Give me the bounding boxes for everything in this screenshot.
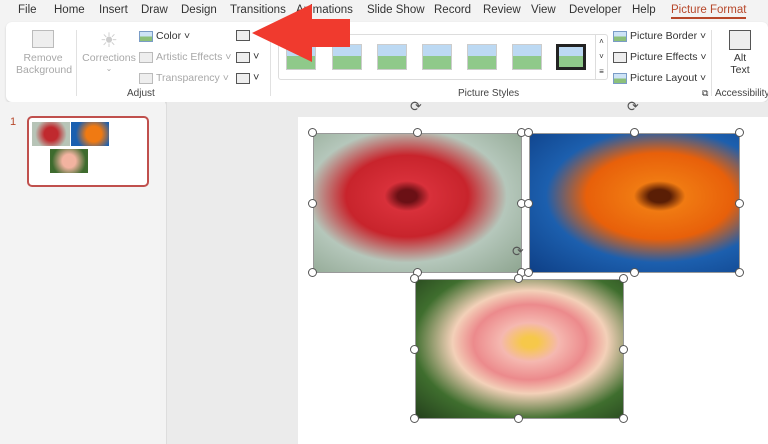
picture-style-6[interactable] bbox=[512, 44, 542, 70]
tab-draw[interactable]: Draw bbox=[141, 4, 168, 16]
picture-border-icon bbox=[613, 30, 627, 42]
tab-record[interactable]: Record bbox=[434, 4, 471, 16]
tab-home[interactable]: Home bbox=[54, 4, 85, 16]
picture-styles-group-label: Picture Styles bbox=[458, 88, 520, 99]
transparency-label: Transparency bbox=[156, 72, 220, 84]
picture-effects-button[interactable]: Picture Effects ˅ bbox=[613, 51, 707, 63]
reset-picture-icon bbox=[236, 72, 250, 84]
compress-icon bbox=[236, 29, 250, 41]
tab-view[interactable]: View bbox=[531, 4, 556, 16]
tab-design[interactable]: Design bbox=[181, 4, 217, 16]
sun-icon: ☀ bbox=[100, 30, 118, 52]
transparency-button[interactable]: Transparency ˅ bbox=[139, 72, 229, 84]
picture-orange-gerbera[interactable] bbox=[529, 133, 740, 273]
tab-picture-format[interactable]: Picture Format bbox=[671, 4, 747, 19]
picture-layout-button[interactable]: Picture Layout ˅ bbox=[613, 72, 706, 84]
ribbon-tabs: File Home Insert Draw Design Transitions… bbox=[0, 0, 768, 22]
alt-label2: Text bbox=[730, 64, 750, 76]
picture-frangipani[interactable] bbox=[415, 279, 624, 419]
accessibility-group-label: Accessibility bbox=[715, 88, 768, 99]
remove-bg-label1: Remove bbox=[23, 52, 63, 64]
picture-effects-icon bbox=[613, 51, 627, 63]
color-button[interactable]: Color ˅ bbox=[139, 30, 190, 42]
tab-developer[interactable]: Developer bbox=[569, 4, 621, 16]
picture-effects-label: Picture Effects bbox=[630, 51, 698, 63]
rotate-handle-icon[interactable]: ⟳ bbox=[410, 98, 422, 115]
alt-label1: Alt bbox=[733, 52, 747, 64]
rotate-handle-icon[interactable]: ⟳ bbox=[512, 243, 524, 260]
color-icon bbox=[139, 30, 153, 42]
remove-background-button[interactable]: Remove Background bbox=[16, 30, 73, 76]
ribbon: Remove Background ☀ Corrections ⌄ Color … bbox=[6, 22, 768, 102]
picture-style-5[interactable] bbox=[467, 44, 497, 70]
tab-file[interactable]: File bbox=[18, 4, 37, 16]
artistic-effects-label: Artistic Effects bbox=[156, 51, 223, 63]
artistic-effects-icon bbox=[139, 51, 153, 63]
picture-layout-label: Picture Layout bbox=[630, 72, 698, 84]
rotate-handle-icon[interactable]: ⟳ bbox=[627, 98, 639, 115]
corrections-button[interactable]: ☀ Corrections ⌄ bbox=[82, 30, 136, 73]
picture-layout-icon bbox=[613, 72, 627, 84]
picture-style-7[interactable] bbox=[556, 44, 586, 70]
slide-number: 1 bbox=[10, 116, 17, 128]
artistic-effects-button[interactable]: Artistic Effects ˅ bbox=[139, 51, 231, 63]
alt-text-button[interactable]: Alt Text bbox=[720, 30, 760, 76]
alt-text-icon bbox=[729, 30, 751, 50]
picture-style-4[interactable] bbox=[422, 44, 452, 70]
corrections-label: Corrections bbox=[82, 52, 136, 64]
adjust-group-label: Adjust bbox=[127, 88, 155, 99]
tab-review[interactable]: Review bbox=[483, 4, 521, 16]
tab-insert[interactable]: Insert bbox=[99, 4, 128, 16]
remove-background-icon bbox=[32, 30, 54, 48]
picture-red-gerbera[interactable] bbox=[313, 133, 522, 273]
dialog-launcher-icon[interactable]: ⧉ bbox=[702, 88, 708, 99]
color-label: Color bbox=[156, 30, 182, 42]
gallery-scroll[interactable]: ˄ ˅ ≡ bbox=[595, 34, 607, 80]
slide-thumbnail[interactable] bbox=[27, 116, 149, 187]
red-arrow-icon bbox=[252, 4, 350, 62]
tab-help[interactable]: Help bbox=[632, 4, 656, 16]
remove-bg-label2: Background bbox=[16, 64, 73, 76]
picture-style-3[interactable] bbox=[377, 44, 407, 70]
picture-border-label: Picture Border bbox=[630, 30, 698, 42]
change-picture-icon bbox=[236, 51, 250, 63]
transparency-icon bbox=[139, 72, 153, 84]
picture-border-button[interactable]: Picture Border ˅ bbox=[613, 30, 706, 42]
reset-picture-button[interactable]: ˅ bbox=[236, 72, 259, 84]
tab-slide-show[interactable]: Slide Show bbox=[367, 4, 425, 16]
